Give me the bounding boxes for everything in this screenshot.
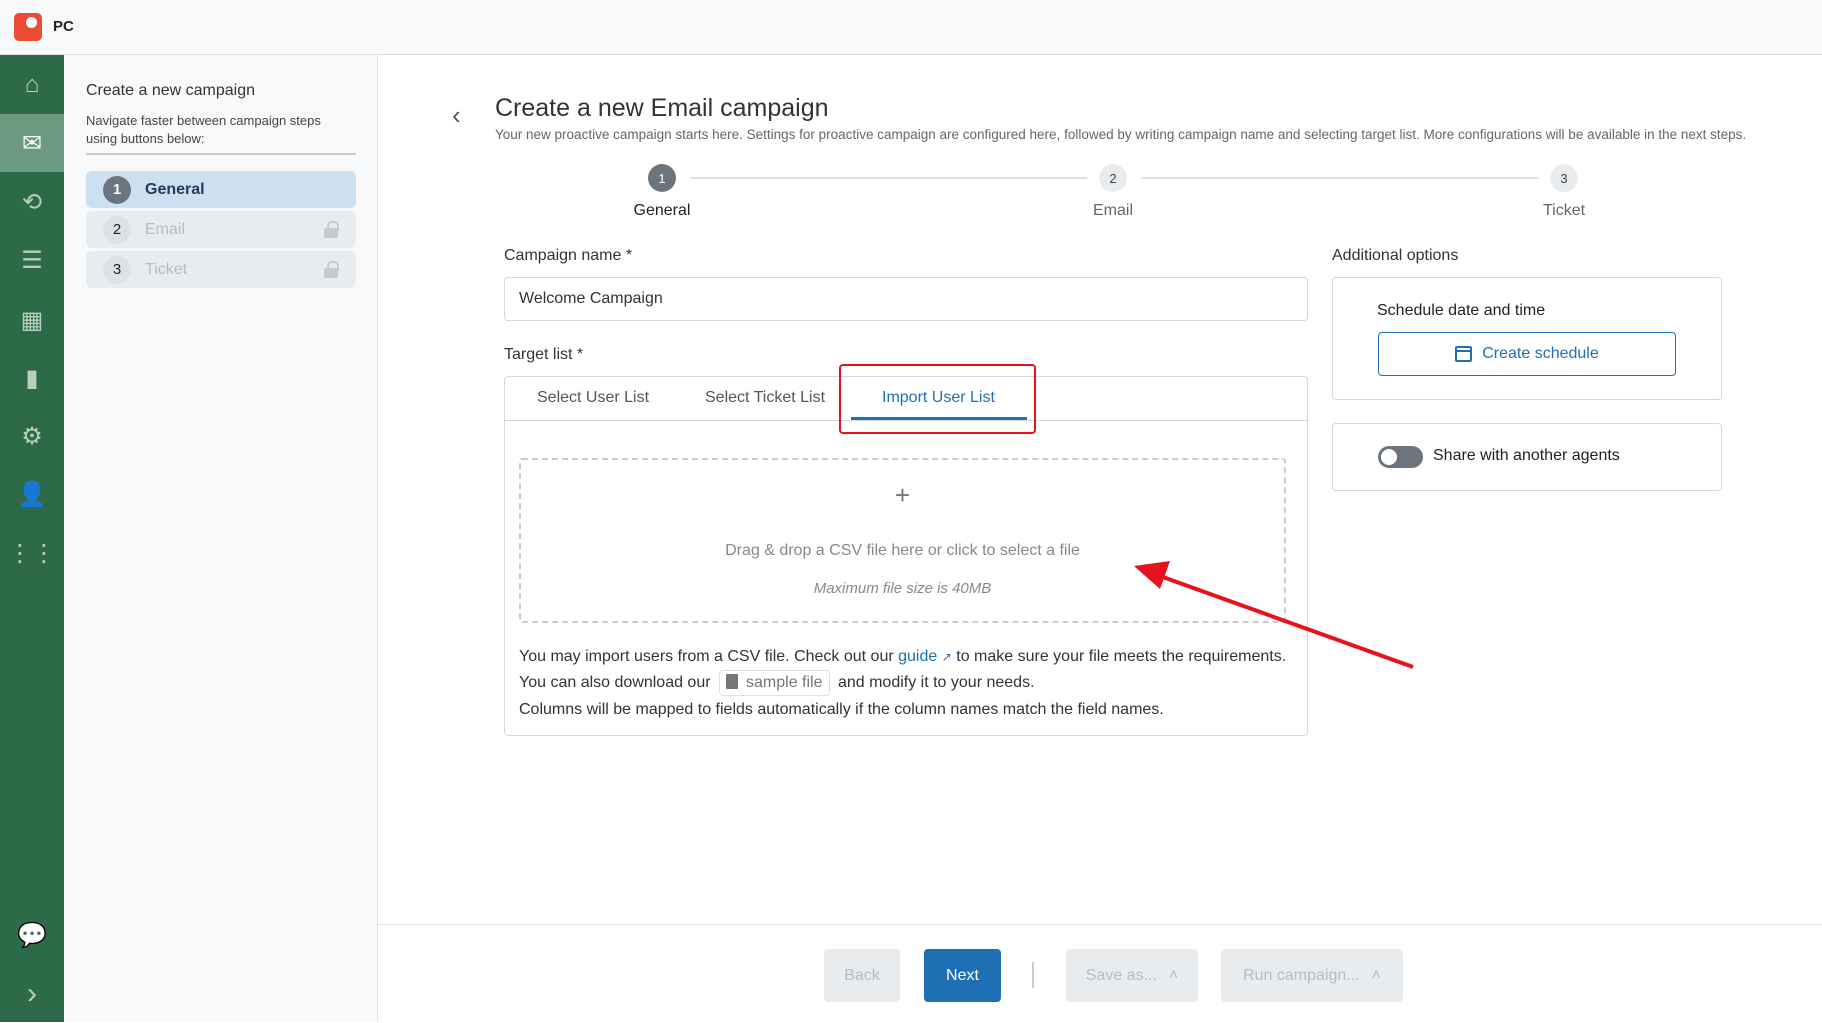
save-as-label: Save as... [1085, 966, 1157, 984]
back-button[interactable]: Back [824, 949, 900, 1002]
next-button[interactable]: Next [924, 949, 1001, 1002]
chevron-up-icon: ˄ [1168, 966, 1179, 984]
annotation-arrow [1134, 561, 1414, 669]
run-campaign-label: Run campaign... [1243, 966, 1360, 984]
footer-divider [1032, 962, 1034, 988]
chevron-up-icon: ˄ [1371, 966, 1381, 984]
arrow-shaft [1159, 574, 1414, 669]
arrow-head [1134, 561, 1170, 589]
run-campaign-button[interactable]: Run campaign... ˄ [1221, 949, 1403, 1002]
save-as-button[interactable]: Save as... ˄ [1066, 949, 1198, 1002]
